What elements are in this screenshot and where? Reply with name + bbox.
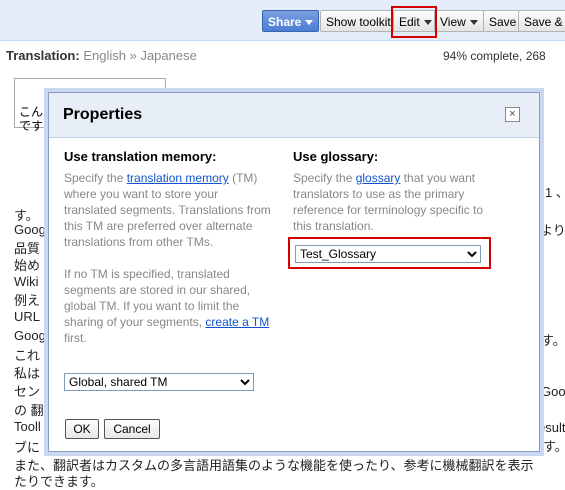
share-button[interactable]: Share	[262, 10, 320, 32]
source-language: English	[83, 48, 126, 63]
bg-line: Goog	[14, 328, 46, 343]
save-close-button[interactable]: Save & C	[518, 10, 565, 32]
glossary-link[interactable]: glossary	[356, 171, 401, 185]
bg-line: ブに	[14, 440, 41, 455]
chevron-down-icon	[469, 20, 478, 26]
bg-line: Wiki	[14, 274, 39, 289]
close-icon[interactable]: ×	[505, 107, 520, 122]
translation-memory-select[interactable]: Global, shared TM	[64, 373, 254, 391]
glossary-section: Use glossary: Specify the glossary that …	[293, 149, 503, 234]
chevron-down-icon	[305, 20, 314, 26]
glossary-highlight	[288, 237, 491, 269]
bg-line: 始め	[14, 258, 41, 273]
bg-line: セン	[14, 384, 41, 399]
bg-line: URL	[14, 309, 41, 324]
ok-button[interactable]: OK	[65, 419, 99, 439]
title-label: Translation:	[6, 48, 80, 63]
glossary-description: Specify the glossary that you want trans…	[293, 170, 503, 234]
toolbar: Share Show toolkit Edit View Save Save &…	[0, 0, 565, 41]
tm-note-text: first.	[64, 331, 87, 345]
bg-fragment: Goo	[541, 384, 565, 399]
edit-highlight	[391, 6, 437, 38]
cancel-button[interactable]: Cancel	[104, 419, 160, 439]
show-toolkit-button[interactable]: Show toolkit	[320, 10, 397, 32]
bg-fragment: 1 、	[545, 185, 565, 200]
translation-memory-section: Use translation memory: Specify the tran…	[64, 149, 274, 346]
bg-line: 例え	[14, 293, 41, 308]
dialog-title: Properties	[63, 106, 143, 123]
save-button[interactable]: Save	[483, 10, 523, 32]
page-title: Translation: English » Japanese	[6, 45, 197, 67]
view-label: View	[440, 15, 466, 29]
bg-fragment: より	[540, 223, 565, 238]
bg-line: これ	[14, 348, 41, 363]
tm-text: Specify the	[64, 171, 127, 185]
document-header: Translation: English » Japanese 94% comp…	[0, 45, 565, 67]
language-separator: »	[129, 48, 137, 63]
create-tm-link[interactable]: create a TM	[205, 315, 269, 329]
bg-line: たりできます。	[14, 474, 104, 489]
translation-memory-link[interactable]: translation memory	[127, 171, 229, 185]
segment-text-2: です	[19, 119, 44, 133]
dialog-header: Properties ×	[49, 93, 539, 138]
view-menu-button[interactable]: View	[434, 10, 484, 32]
glossary-text: Specify the	[293, 171, 356, 185]
properties-dialog: Properties × Use translation memory: Spe…	[48, 92, 540, 452]
bg-fragment: す。	[541, 333, 565, 348]
share-label: Share	[268, 15, 302, 29]
bg-line: Goog	[14, 222, 46, 237]
tm-description: Specify the translation memory (TM) wher…	[64, 170, 274, 250]
tm-note: If no TM is specified, translated segmen…	[64, 266, 274, 346]
bg-line: の 翻	[14, 403, 44, 418]
target-language: Japanese	[140, 48, 197, 63]
bg-line: Tooll	[14, 419, 41, 434]
glossary-heading: Use glossary:	[293, 149, 379, 164]
bg-line: 私は	[14, 366, 41, 381]
bg-fragment: esult	[538, 420, 565, 435]
progress-status: 94% complete, 268	[443, 49, 546, 63]
tm-heading: Use translation memory:	[64, 149, 217, 164]
